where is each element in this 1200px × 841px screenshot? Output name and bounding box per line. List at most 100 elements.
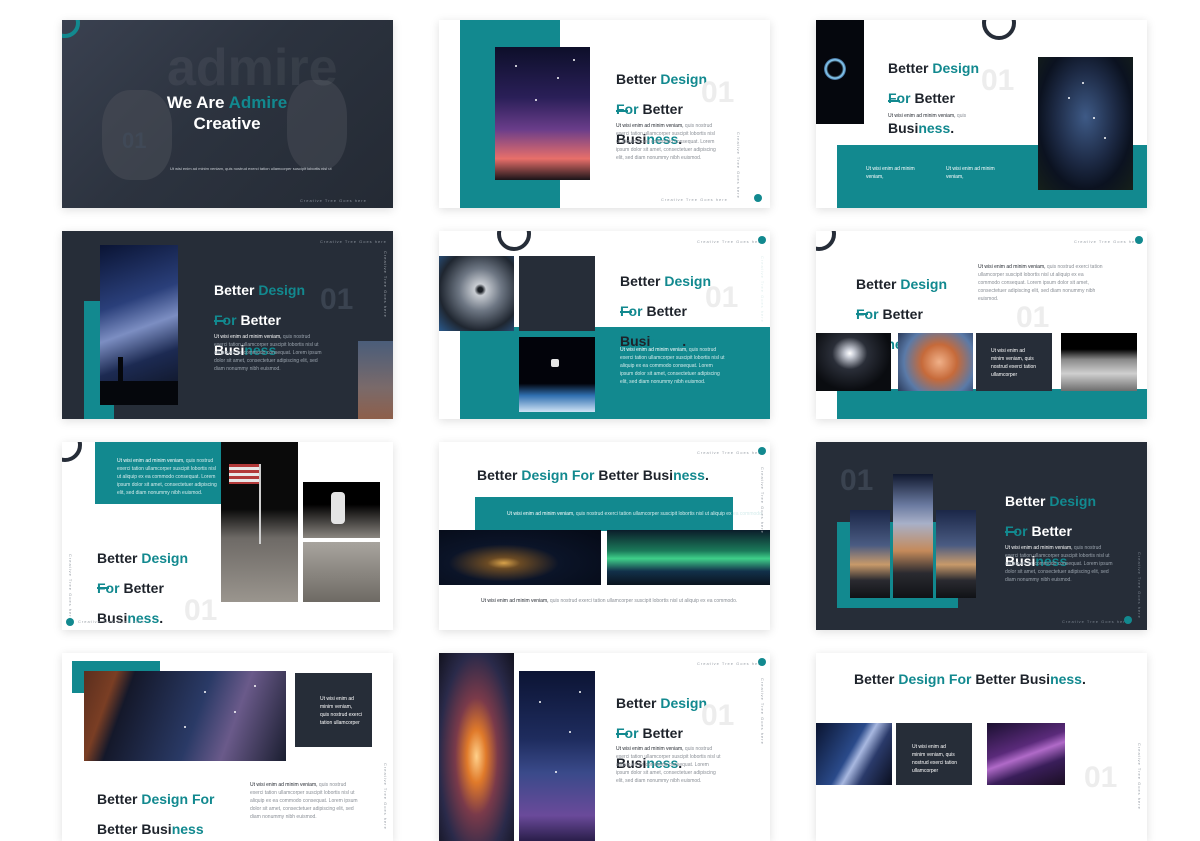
forest-sky-photo — [1038, 57, 1133, 190]
title-word: Better — [910, 90, 955, 106]
title-word: Design — [141, 791, 189, 807]
vertical-caption: Creative Tree Goes here — [383, 251, 388, 318]
slide-number: 01 — [840, 464, 874, 497]
title-word: Better — [888, 60, 933, 76]
slide-design-9[interactable]: 01 Better Design For Better Business Ut … — [816, 442, 1147, 630]
astronaut-earth-photo — [519, 337, 595, 412]
body-text: Ut wisi enim ad minim veniam, quis nostr… — [978, 263, 1106, 303]
body-lead: Ut wisi enim ad minim veniam, — [620, 347, 688, 353]
orange-nebula-photo — [439, 653, 514, 841]
slide-number: 01 — [1016, 301, 1050, 334]
slide-design-2[interactable]: Better Design For Better Business. 01 Ut… — [439, 20, 770, 208]
title-word: Better — [638, 725, 683, 741]
reflection-photo — [816, 333, 891, 391]
corner-ring — [62, 442, 82, 462]
lunar-ground-photo — [303, 542, 380, 602]
title-word: . — [159, 610, 164, 626]
title-word: Better — [1027, 523, 1072, 539]
title-word: Better — [878, 306, 923, 322]
slide-title: Better Design For Better Business — [97, 777, 215, 837]
vertical-caption: Creative Tree Goes here — [383, 763, 388, 830]
title-word: Better — [97, 550, 142, 566]
slide-footer: Creative Tree Goes here — [78, 619, 145, 624]
astronaut-figure — [551, 359, 559, 367]
cover-watermark: admire — [167, 39, 338, 97]
title-word: Better — [1005, 493, 1050, 509]
slide-design-7[interactable]: Ut wisi enim ad minim veniam, quis nostr… — [62, 442, 393, 630]
rock-silhouette — [100, 381, 178, 405]
slide-title: Better Design For Better Business. — [620, 259, 711, 349]
milkyway-panel-right — [936, 510, 976, 598]
slide-cover[interactable]: admire We Are Admire Creative 01 Ut wisi… — [62, 20, 393, 208]
title-word: ness — [918, 120, 951, 136]
nebula-photo — [358, 341, 393, 419]
title-word: Better — [97, 791, 142, 807]
body-lead: Ut wisi enim ad minim veniam, — [481, 598, 549, 604]
title-word: Better — [620, 273, 665, 289]
title-word: . — [704, 467, 709, 483]
title-word: Busi — [141, 821, 172, 837]
title-word: Busi — [888, 120, 919, 136]
slide-design-3[interactable]: Better Design For Better Business. 01 Ut… — [816, 20, 1147, 208]
slide-dot — [758, 236, 766, 244]
corner-ring — [497, 231, 531, 251]
astronaut-photo — [303, 482, 380, 538]
nebula-orange-photo — [898, 333, 973, 391]
slide-design-4[interactable]: Better Design For Better Business 01 Ut … — [62, 231, 393, 419]
slide-design-8[interactable]: Better Design For Better Business. Ut wi… — [439, 442, 770, 630]
body-text: Ut wisi enim ad minim veniam, quis nostr… — [481, 597, 741, 605]
banner-lead: Ut wisi enim ad minim veniam, — [507, 511, 575, 517]
slide-footer: Creative Tree Goes here — [320, 239, 387, 244]
title-word: Design — [932, 60, 980, 76]
title-word: ness — [1050, 671, 1082, 687]
slide-number: 01 — [320, 283, 354, 316]
body-lead: Ut wisi enim ad minim veniam, — [978, 264, 1046, 270]
vertical-caption: Creative Tree Goes here — [760, 467, 765, 534]
slide-design-10[interactable]: Ut wisi enim ad minim veniam, quis nostr… — [62, 653, 393, 841]
eclipse-glow — [824, 58, 846, 80]
teal-band — [837, 389, 1147, 419]
slide-title: Better Design For Better Business. — [97, 536, 188, 626]
slide-number: 01 — [701, 699, 735, 732]
banner-text: Ut wisi enim ad minim veniam, quis nostr… — [507, 510, 763, 518]
slide-design-6[interactable]: Better Design For Better Business. Ut wi… — [816, 231, 1147, 419]
slide-footer: Creative Tree Goes here — [697, 450, 764, 455]
body-text: Ut wisi enim ad minim veniam, quis nostr… — [250, 781, 360, 821]
body-lead: Ut wisi enim ad minim veniam, — [888, 113, 956, 119]
box-text: Ut wisi enim ad minim veniam, quis nostr… — [912, 743, 958, 775]
body-lead: Ut wisi enim ad minim veniam, — [616, 123, 684, 129]
box-text: Ut wisi enim ad minim veniam, quis nostr… — [991, 347, 1037, 379]
vertical-caption: Creative Tree Goes here — [1137, 552, 1142, 619]
flag-pole — [259, 464, 261, 544]
band-text: Ut wisi enim ad minim veniam, — [946, 165, 1006, 181]
slide-footer: Creative Tree Goes here — [661, 197, 728, 202]
box-text: Ut wisi enim ad minim veniam, quis nostr… — [117, 457, 217, 497]
slide-design-11[interactable]: Better Design For Better Business. 01 Ut… — [439, 653, 770, 841]
title-word: Design — [141, 550, 189, 566]
vertical-caption: Creative Tree Goes here — [760, 256, 765, 323]
corner-ring — [816, 231, 836, 251]
slide-dot — [754, 194, 762, 202]
title-word: Better — [616, 695, 661, 711]
slide-design-12[interactable]: Better Design For Better Business. Ut wi… — [816, 653, 1147, 841]
body-text: Ut wisi enim ad minim veniam, quis nostr… — [1005, 544, 1115, 584]
title-word: Better — [477, 467, 522, 483]
starfield-photo — [519, 671, 595, 841]
title-word: Better — [119, 580, 164, 596]
vertical-caption: Creative Tree Goes here — [736, 132, 741, 199]
slide-footer: Creative Tree Goes here — [1074, 239, 1141, 244]
title-underline — [1005, 531, 1017, 533]
moon-surface-photo — [1061, 333, 1137, 391]
slide-design-5[interactable]: Better Design For Better Business. 01 Ut… — [439, 231, 770, 419]
slide-title-oneline: Better Design For Better Business. — [854, 671, 1086, 687]
body-text: Ut wisi enim ad minim veniam, quis nostr… — [616, 122, 716, 162]
slide-footer: Creative Tree Goes here — [1062, 619, 1129, 624]
slide-title-oneline: Better Design For Better Business. — [477, 467, 709, 483]
body-rest: quis nostrud exerci tation ullamcorper s… — [548, 598, 738, 604]
title-word: Better — [236, 312, 281, 328]
banner-rest: quis nostrud exerci tation ullamcorper s… — [574, 511, 764, 517]
milkyway-hiker-photo — [100, 245, 178, 405]
aurora-photo — [607, 530, 770, 585]
hurricane-photo — [439, 256, 514, 331]
eclipse-photo — [816, 20, 864, 124]
